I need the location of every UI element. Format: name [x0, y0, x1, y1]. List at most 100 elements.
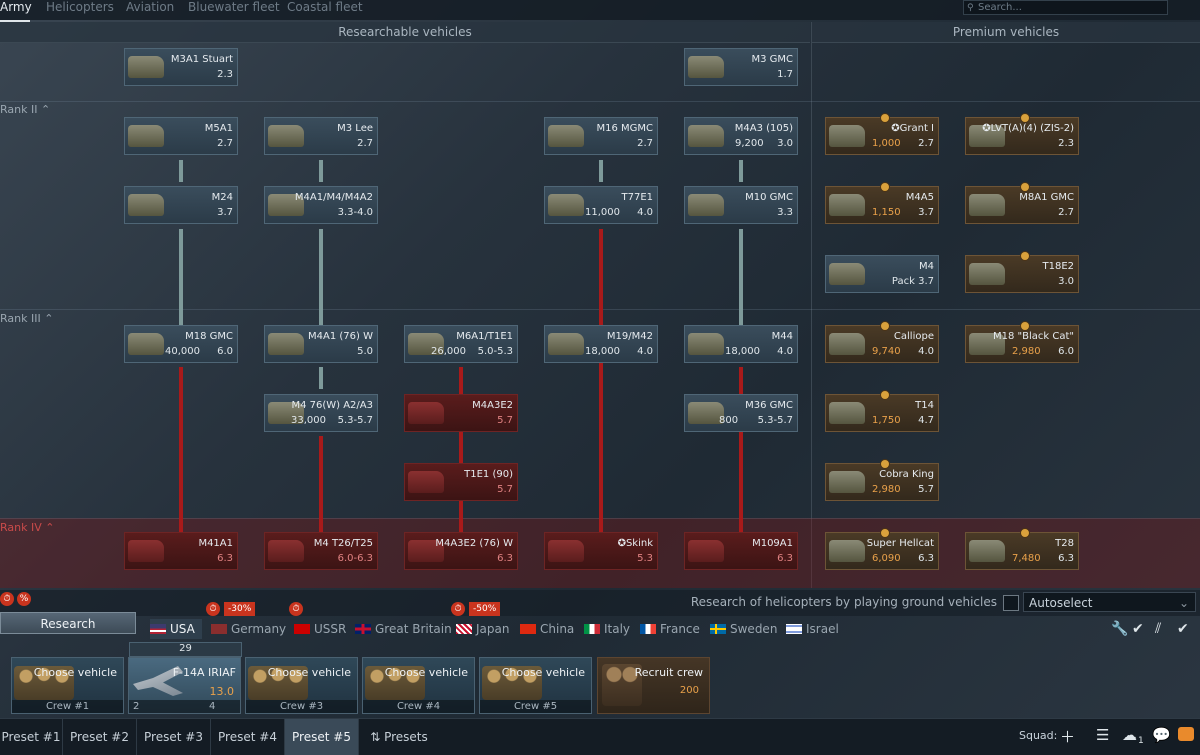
tab-coastal-fleet[interactable]: Coastal fleet: [287, 0, 363, 20]
tank-image: [829, 402, 865, 424]
chat-icon[interactable]: 💬: [1152, 726, 1171, 744]
nation-tab-usa[interactable]: USA: [150, 619, 202, 639]
vehicle-card-m6a1-t1e1[interactable]: M6A1/T1E1 26,000 5.0-5.3: [404, 325, 518, 363]
premium-card-m4a5[interactable]: M4A5 1,150 3.7: [825, 182, 939, 224]
vehicle-card-m41a1[interactable]: M41A1 6.3: [124, 532, 238, 570]
vehicle-card-m10-gmc[interactable]: M10 GMC 3.3: [684, 186, 798, 224]
tree-connector: [179, 160, 183, 182]
preset-tab-1[interactable]: Preset #1: [0, 719, 63, 755]
vehicle-card-m44[interactable]: M44 18,000 4.0: [684, 325, 798, 363]
vehicle-card-m16-mgmc[interactable]: M16 MGMC 2.7: [544, 117, 658, 155]
rank-label[interactable]: Rank III ⌃: [0, 312, 53, 325]
vehicle-card-m4a3e2[interactable]: M4A3E2 5.7: [404, 394, 518, 432]
premium-card-t28[interactable]: T28 7,480 6.3: [965, 528, 1079, 570]
vehicle-card-m4a1-m4-m4a2[interactable]: M4A1/M4/M4A2 3.3-4.0: [264, 186, 378, 224]
crew-slot-2[interactable]: 29 F-14A IRIAF 13.0 24: [128, 642, 242, 714]
vehicle-card-m3a1-stuart[interactable]: M3A1 Stuart 2.3: [124, 48, 238, 86]
timer-badge-icon[interactable]: ⏱: [0, 592, 14, 606]
check-all-icon[interactable]: ⫽: [1155, 621, 1161, 637]
research-button[interactable]: Research: [0, 612, 136, 634]
tab-aviation[interactable]: Aviation: [126, 0, 174, 20]
discount-badge-icon[interactable]: %: [17, 592, 31, 606]
premium-card-t18e2[interactable]: T18E2 3.0: [965, 251, 1079, 293]
premium-dot: [880, 113, 890, 123]
discount-germany: -30%: [224, 602, 256, 616]
rank-label[interactable]: Rank IV ⌃: [0, 521, 54, 534]
tree-connector: [599, 229, 603, 537]
premium-card-m18-black-cat[interactable]: M18 "Black Cat" 2,980 6.0: [965, 321, 1079, 363]
ussr-flag-icon: [294, 624, 310, 634]
japan-flag-icon: [456, 624, 472, 634]
vehicle-card-m4a3e2-76-w[interactable]: M4A3E2 (76) W 6.3: [404, 532, 518, 570]
vehicle-card-m24[interactable]: M24 3.7: [124, 186, 238, 224]
crew-slot-1[interactable]: Choose vehicle Crew #1: [11, 657, 124, 714]
vehicle-card-m5a1[interactable]: M5A1 2.7: [124, 117, 238, 155]
check-icon[interactable]: ✔: [1132, 621, 1144, 637]
vehicle-card-m19-m42[interactable]: M19/M42 18,000 4.0: [544, 325, 658, 363]
mail-icon[interactable]: [1178, 727, 1194, 741]
tab-army[interactable]: Army: [0, 0, 32, 22]
nation-tab-great-britain[interactable]: Great Britain: [355, 619, 452, 639]
premium-card-super-hellcat[interactable]: Super Hellcat 6,090 6.3: [825, 528, 939, 570]
nation-tab-ussr[interactable]: USSR: [294, 619, 346, 639]
vehicle-card-m4-76w-a2-a3[interactable]: M4 76(W) A2/A3 33,000 5.3-5.7: [264, 394, 378, 432]
vehicle-card-m4a1-76-w[interactable]: M4A1 (76) W 5.0: [264, 325, 378, 363]
heli-research-checkbox[interactable]: [1003, 595, 1019, 611]
premium-card-m8a1-gmc[interactable]: M8A1 GMC 2.7: [965, 182, 1079, 224]
vehicle-card-t77e1[interactable]: T77E1 11,000 4.0: [544, 186, 658, 224]
premium-card-t14[interactable]: T14 1,750 4.7: [825, 390, 939, 432]
nation-tab-japan[interactable]: Japan: [456, 619, 509, 639]
crew-slot-4[interactable]: Choose vehicle Crew #4: [362, 657, 475, 714]
premium-card-lvt-a-4-zis-2[interactable]: ✪LVT(A)(4) (ZIS-2) 2.3: [965, 113, 1079, 155]
list-icon[interactable]: ☰: [1096, 726, 1109, 744]
vehicle-card-m36-gmc[interactable]: M36 GMC 800 5.3-5.7: [684, 394, 798, 432]
premium-dot: [880, 321, 890, 331]
vehicle-card-m3-gmc[interactable]: M3 GMC 1.7: [684, 48, 798, 86]
tree-connector: [599, 160, 603, 182]
vehicle-card-skink[interactable]: ✪Skink 5.3: [544, 532, 658, 570]
preset-tab-2[interactable]: Preset #2: [63, 719, 137, 755]
vehicle-card-t1e1-90[interactable]: T1E1 (90) 5.7: [404, 463, 518, 501]
nation-tab-israel[interactable]: Israel: [786, 619, 839, 639]
israel-flag-icon: [786, 624, 802, 634]
confirm-icon[interactable]: ✔: [1177, 621, 1189, 637]
search-input[interactable]: ⚲ Search...: [963, 0, 1168, 15]
crew-count: 29: [129, 642, 242, 657]
nation-tab-italy[interactable]: Italy: [584, 619, 630, 639]
tank-image: [548, 125, 584, 147]
premium-dot: [1020, 113, 1030, 123]
vehicle-card-m18-gmc[interactable]: M18 GMC 40,000 6.0: [124, 325, 238, 363]
wrench-icon[interactable]: 🔧: [1111, 621, 1128, 637]
tank-image: [829, 125, 865, 147]
preset-tab-4[interactable]: Preset #4: [211, 719, 285, 755]
premium-card-cobra-king[interactable]: Cobra King 2,980 5.7: [825, 459, 939, 501]
tech-tree[interactable]: Rank II ⌃ Rank III ⌃ Rank IV ⌃ M3A1 Stua…: [0, 43, 1200, 588]
presets-button[interactable]: ⇅ Presets: [359, 719, 439, 755]
tab-bluewater-fleet[interactable]: Bluewater fleet: [188, 0, 280, 20]
tree-connector: [179, 229, 183, 327]
vehicle-card-m4-t26-t25[interactable]: M4 T26/T25 6.0-6.3: [264, 532, 378, 570]
friends-icon[interactable]: ☁: [1122, 726, 1137, 744]
crew-slot-5[interactable]: Choose vehicle Crew #5: [479, 657, 592, 714]
premium-card-grant-i[interactable]: ✪Grant I 1,000 2.7: [825, 113, 939, 155]
vehicle-card-m4a3-105[interactable]: M4A3 (105) 9,200 3.0: [684, 117, 798, 155]
add-squad-icon[interactable]: ＋: [1060, 726, 1075, 747]
premium-dot: [1020, 321, 1030, 331]
nation-tab-sweden[interactable]: Sweden: [710, 619, 777, 639]
tab-helicopters[interactable]: Helicopters: [46, 0, 114, 20]
nation-tab-france[interactable]: France: [640, 619, 700, 639]
crew-slot-3[interactable]: Choose vehicle Crew #3: [245, 657, 358, 714]
timer-badge-icon: ⏱: [206, 602, 220, 616]
nation-tab-germany[interactable]: Germany: [211, 619, 286, 639]
vehicle-card-m3-lee[interactable]: M3 Lee 2.7: [264, 117, 378, 155]
rank-label[interactable]: Rank II ⌃: [0, 103, 50, 116]
premium-card-m4-pack[interactable]: M4 Pack 3.7: [825, 255, 939, 293]
preset-tab-3[interactable]: Preset #3: [137, 719, 211, 755]
nation-tab-china[interactable]: China: [520, 619, 574, 639]
recruit-crew-slot[interactable]: Recruit crew 200: [597, 657, 710, 714]
premium-card-calliope[interactable]: Calliope 9,740 4.0: [825, 321, 939, 363]
vehicle-card-m109a1[interactable]: M109A1 6.3: [684, 532, 798, 570]
crew-skill: 4: [209, 701, 216, 712]
autoselect-dropdown[interactable]: Autoselect ⌄: [1023, 592, 1196, 612]
preset-tab-5[interactable]: Preset #5: [285, 719, 359, 755]
